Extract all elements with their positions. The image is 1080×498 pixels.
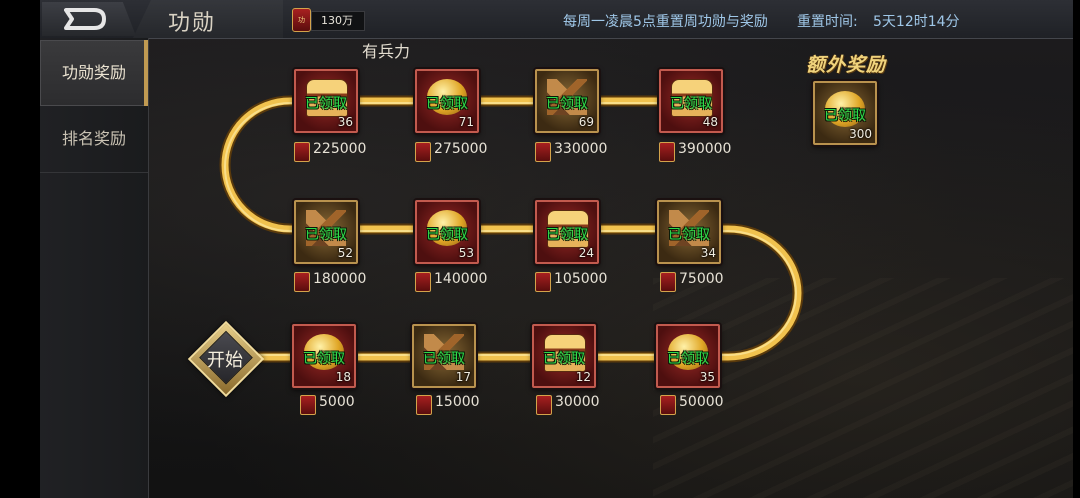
claimed-label: 已领取 xyxy=(305,227,347,243)
reward-slot[interactable]: 已领取 35 xyxy=(656,324,720,388)
claimed-label: 已领取 xyxy=(667,351,709,367)
claimed-label: 已领取 xyxy=(824,108,866,124)
merit-badge-icon xyxy=(535,142,551,162)
claimed-label: 已领取 xyxy=(303,351,345,367)
reward-slot[interactable]: 已领取 53 xyxy=(415,200,479,264)
reward-qty: 53 xyxy=(458,246,474,260)
reward-qty: 300 xyxy=(849,127,872,141)
merit-badge-icon xyxy=(416,395,432,415)
merit-badge-icon xyxy=(659,142,675,162)
merit-badge-icon xyxy=(535,272,551,292)
reward-qty: 24 xyxy=(578,246,594,260)
merit-requirement-value: 105000 xyxy=(554,271,608,287)
extra-reward-title: 额外奖励 xyxy=(806,54,887,76)
merit-badge-icon xyxy=(536,395,552,415)
merit-requirement-value: 5000 xyxy=(319,394,355,410)
claimed-label: 已领取 xyxy=(546,96,588,112)
merit-requirement-value: 180000 xyxy=(313,271,367,287)
merit-requirement-value: 275000 xyxy=(434,141,488,157)
subtitle: 有兵力 xyxy=(362,42,411,61)
start-label: 开始 xyxy=(207,350,243,371)
reward-qty: 34 xyxy=(700,246,716,260)
reward-qty: 12 xyxy=(575,370,591,384)
reward-qty: 52 xyxy=(337,246,353,260)
game-screen: { "header": { "title": "功勋", "merit_badg… xyxy=(0,0,1080,498)
reward-slot[interactable]: 已领取 69 xyxy=(535,69,599,133)
merit-badge-icon xyxy=(294,272,310,292)
reward-qty: 69 xyxy=(578,115,594,129)
claimed-label: 已领取 xyxy=(426,96,468,112)
claimed-label: 已领取 xyxy=(423,351,465,367)
claimed-label: 已领取 xyxy=(670,96,712,112)
merit-badge-icon xyxy=(415,272,431,292)
merit-requirement-value: 75000 xyxy=(679,271,724,287)
reward-slot[interactable]: 已领取 36 xyxy=(294,69,358,133)
reward-slot[interactable]: 已领取 52 xyxy=(294,200,358,264)
reward-slot[interactable]: 已领取 34 xyxy=(657,200,721,264)
merit-requirement-value: 15000 xyxy=(435,394,480,410)
merit-requirement-value: 140000 xyxy=(434,271,488,287)
reward-qty: 35 xyxy=(699,370,715,384)
merit-requirement-value: 330000 xyxy=(554,141,608,157)
claimed-label: 已领取 xyxy=(546,227,588,243)
reward-qty: 48 xyxy=(702,115,718,129)
reward-qty: 71 xyxy=(458,115,474,129)
merit-badge-icon xyxy=(294,142,310,162)
merit-requirement-value: 390000 xyxy=(678,141,732,157)
reward-slot[interactable]: 已领取 18 xyxy=(292,324,356,388)
claimed-label: 已领取 xyxy=(426,227,468,243)
reward-slot[interactable]: 已领取 48 xyxy=(659,69,723,133)
merit-badge-icon xyxy=(660,272,676,292)
reward-qty: 17 xyxy=(455,370,471,384)
claimed-label: 已领取 xyxy=(668,227,710,243)
reward-slot[interactable]: 已领取 12 xyxy=(532,324,596,388)
extra-reward-slot[interactable]: 已领取 300 xyxy=(813,81,877,145)
merit-badge-icon xyxy=(660,395,676,415)
claimed-label: 已领取 xyxy=(305,96,347,112)
reward-slot[interactable]: 已领取 17 xyxy=(412,324,476,388)
reward-slot[interactable]: 已领取 24 xyxy=(535,200,599,264)
merit-requirement-value: 225000 xyxy=(313,141,367,157)
merit-badge-icon xyxy=(415,142,431,162)
reward-qty: 36 xyxy=(337,115,353,129)
merit-requirement-value: 30000 xyxy=(555,394,600,410)
reward-qty: 18 xyxy=(335,370,351,384)
merit-requirement-value: 50000 xyxy=(679,394,724,410)
claimed-label: 已领取 xyxy=(543,351,585,367)
reward-slot[interactable]: 已领取 71 xyxy=(415,69,479,133)
merit-badge-icon xyxy=(300,395,316,415)
